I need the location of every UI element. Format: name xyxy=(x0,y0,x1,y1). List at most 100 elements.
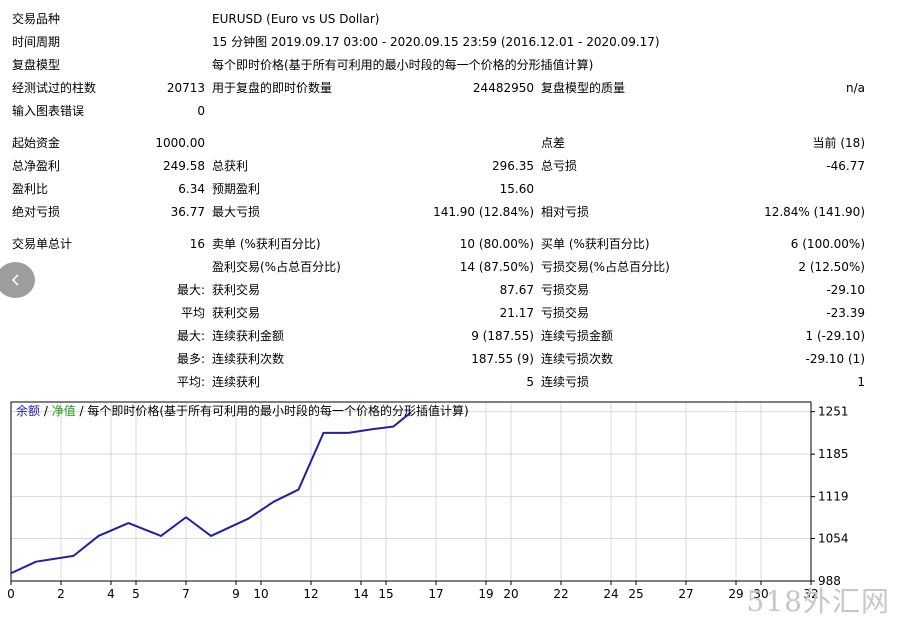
series-line-balance xyxy=(10,411,412,575)
report-cell: 连续亏损 xyxy=(541,375,590,389)
x-tick-label: 27 xyxy=(678,587,693,601)
report-cell: 亏损交易 xyxy=(541,306,590,320)
y-tick-label: 1119 xyxy=(818,490,849,504)
x-tick-label: 14 xyxy=(353,587,368,601)
legend-equity: 净值 xyxy=(51,404,76,418)
report-cell: 每个即时价格(基于所有可利用的最小时段的每一个价格的分形插值计算) xyxy=(212,58,594,72)
report-cell: 当前 (18) xyxy=(812,136,865,150)
x-tick-label: 0 xyxy=(7,587,15,601)
report-cell: 连续亏损次数 xyxy=(541,352,614,366)
x-tick-label: 9 xyxy=(232,587,240,601)
report-cell: 总亏损 xyxy=(541,159,578,173)
report-cell: 6 (100.00%) xyxy=(790,237,865,251)
legend-sep: / xyxy=(40,404,52,418)
report-cell: 87.67 xyxy=(499,283,534,297)
report-cell: 最多: xyxy=(176,352,205,366)
report-cell: 连续亏损金额 xyxy=(541,329,614,343)
report-cell: 复盘模型的质量 xyxy=(541,81,626,95)
report-cell: 15 分钟图 2019.09.17 03:00 - 2020.09.15 23:… xyxy=(212,35,660,49)
report-cell: 21.17 xyxy=(499,306,534,320)
y-tick-label: 1185 xyxy=(818,447,849,461)
report-cell: 12.84% (141.90) xyxy=(764,205,865,219)
report-cell: 盈利比 xyxy=(12,182,49,196)
report-cell: n/a xyxy=(845,81,865,95)
report-cell: 296.35 xyxy=(492,159,534,173)
report-cell: -29.10 (1) xyxy=(805,352,866,366)
plot-frame xyxy=(10,401,812,582)
report-cell: 5 xyxy=(526,375,534,389)
test-report: 交易品种 EURUSD (Euro vs US Dollar) 时间周期 15 分钟图… xyxy=(0,0,898,395)
report-cell: 平均: xyxy=(176,375,205,389)
report-cell: 卖单 (%获利百分比) xyxy=(212,237,321,251)
report-cell: 连续获利金额 xyxy=(212,329,285,343)
x-tick-label: 4 xyxy=(107,587,115,601)
watermark: 518外汇网 xyxy=(746,585,890,618)
legend-balance: 余额 xyxy=(16,404,41,418)
report-cell: 用于复盘的即时价数量 xyxy=(212,81,333,95)
report-cell: 亏损交易(%占总百分比) xyxy=(541,260,670,274)
x-tick-label: 20 xyxy=(503,587,518,601)
report-cell: 14 (87.50%) xyxy=(459,260,534,274)
report-cell: 时间周期 xyxy=(12,35,61,49)
x-tick-label: 5 xyxy=(132,587,140,601)
legend-model: 每个即时价格(基于所有可利用的最小时段的每一个价格的分形插值计算) xyxy=(87,404,469,418)
report-cell: 36.77 xyxy=(170,205,205,219)
y-tick-label: 1251 xyxy=(818,405,849,419)
x-tick-label: 24 xyxy=(603,587,618,601)
report-cell: 获利交易 xyxy=(212,283,261,297)
report-cell: 187.55 (9) xyxy=(471,352,534,366)
report-cell: 最大亏损 xyxy=(212,205,261,219)
report-cell: 预期盈利 xyxy=(212,182,261,196)
x-tick-label: 2 xyxy=(57,587,65,601)
report-cell: 相对亏损 xyxy=(541,205,590,219)
report-cell: EURUSD (Euro vs US Dollar) xyxy=(212,12,380,26)
report-cell: 15.60 xyxy=(499,182,534,196)
report-cell: 9 (187.55) xyxy=(471,329,534,343)
report-cell: 连续获利次数 xyxy=(212,352,285,366)
report-cell: 交易单总计 xyxy=(12,237,73,251)
balance-chart: 0 2 4 5 7 9 10 12 14 15 17 19 20 22 24 25 27 29 30 32 988 105… xyxy=(0,395,898,624)
x-tick-label: 10 xyxy=(253,587,268,601)
chart-legend: 余额 / 净值 / 每个即时价格(基于所有可利用的最小时段的每一个价格的分形插值… xyxy=(16,402,469,419)
x-tick-label: 29 xyxy=(728,587,743,601)
report-cell: 总净盈利 xyxy=(12,159,61,173)
report-cell: 141.90 (12.84%) xyxy=(433,205,534,219)
report-cell: 10 (80.00%) xyxy=(459,237,534,251)
report-cell: 最大: xyxy=(176,283,205,297)
report-cell: 6.34 xyxy=(178,182,205,196)
report-cell: 经测试过的柱数 xyxy=(12,81,97,95)
report-cell: 平均 xyxy=(180,306,205,320)
report-cell: 1 xyxy=(857,375,865,389)
report-cell: 1000.00 xyxy=(155,136,205,150)
report-cell: 获利交易 xyxy=(212,306,261,320)
report-cell: -46.77 xyxy=(826,159,865,173)
x-tick-label: 15 xyxy=(378,587,393,601)
y-tick-label: 1054 xyxy=(818,532,849,546)
report-cell: 0 xyxy=(197,104,205,118)
x-tick-label: 22 xyxy=(553,587,568,601)
report-cell: 亏损交易 xyxy=(541,283,590,297)
report-cell: 输入图表错误 xyxy=(12,104,85,118)
report-cell: 20713 xyxy=(166,81,205,95)
chevron-left-icon xyxy=(11,274,19,286)
report-cell: -29.10 xyxy=(826,283,865,297)
report-cell: 复盘模型 xyxy=(12,58,61,72)
report-cell: 交易品种 xyxy=(12,12,61,26)
report-cell: -23.39 xyxy=(826,306,865,320)
report-cell: 连续获利 xyxy=(212,375,261,389)
report-cell: 买单 (%获利百分比) xyxy=(541,237,650,251)
report-cell: 2 (12.50%) xyxy=(798,260,865,274)
report-cell: 24482950 xyxy=(472,81,534,95)
legend-sep: / xyxy=(75,404,88,418)
report-cell: 249.58 xyxy=(163,159,205,173)
x-tick-label: 25 xyxy=(628,587,643,601)
report-cell: 盈利交易(%占总百分比) xyxy=(212,260,341,274)
x-tick-label: 7 xyxy=(182,587,190,601)
report-cell: 16 xyxy=(189,237,205,251)
report-cell: 总获利 xyxy=(212,159,249,173)
report-cell: 1 (-29.10) xyxy=(805,329,866,343)
x-tick-label: 19 xyxy=(478,587,493,601)
x-tick-label: 17 xyxy=(428,587,443,601)
x-tick-label: 12 xyxy=(303,587,318,601)
report-cell: 点差 xyxy=(541,136,566,150)
